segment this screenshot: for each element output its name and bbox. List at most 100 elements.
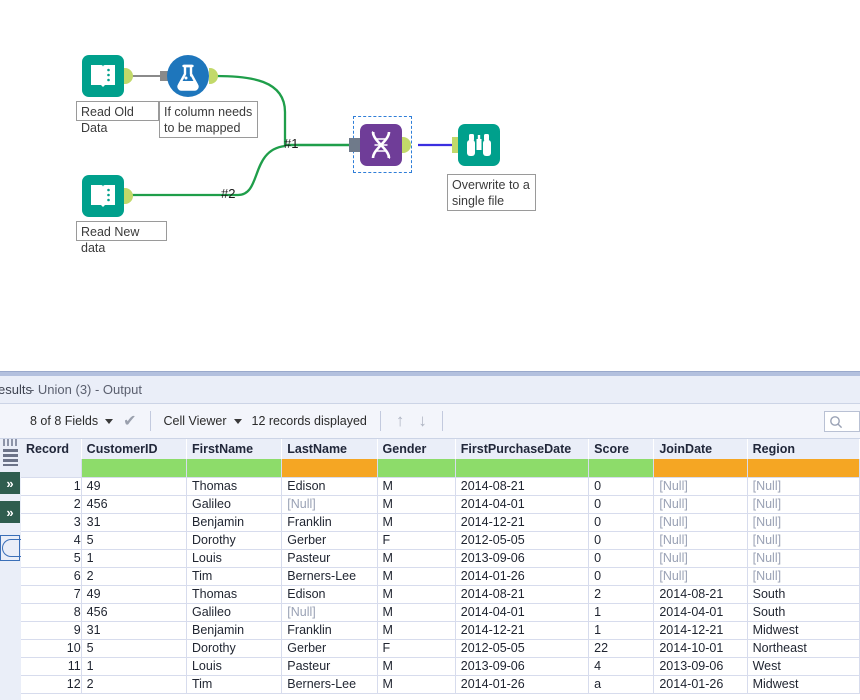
- cell-joindate[interactable]: 2014-12-21: [653, 621, 748, 640]
- fields-selector[interactable]: 8 of 8 Fields: [25, 404, 118, 438]
- cell-score[interactable]: a: [588, 675, 655, 694]
- cell-gender[interactable]: M: [377, 513, 456, 532]
- cell-region[interactable]: Northeast: [747, 639, 860, 658]
- row-number[interactable]: 2: [21, 495, 82, 514]
- cell-customerid[interactable]: 2: [81, 675, 187, 694]
- cell-score[interactable]: 0: [588, 513, 655, 532]
- cell-customerid[interactable]: 1: [81, 657, 187, 676]
- cell-region[interactable]: [Null]: [747, 513, 860, 532]
- cell-joindate[interactable]: [Null]: [653, 531, 748, 550]
- cell-gender[interactable]: M: [377, 495, 456, 514]
- row-number[interactable]: 6: [21, 567, 82, 586]
- row-number[interactable]: 5: [21, 549, 82, 568]
- row-number[interactable]: 7: [21, 585, 82, 604]
- cell-gender[interactable]: M: [377, 675, 456, 694]
- table-row[interactable]: 4 5 Dorothy Gerber F 2012-05-05 0 [Null] [Null]: [21, 531, 860, 550]
- column-header-gender[interactable]: Gender: [377, 439, 456, 459]
- cell-firstname[interactable]: Galileo: [186, 603, 283, 622]
- table-row[interactable]: 10 5 Dorothy Gerber F 2012-05-05 22 2014-10-01 N…: [21, 639, 860, 658]
- table-row[interactable]: 2 456 Galileo [Null] M 2014-04-01 0 [Null] [Null…: [21, 495, 860, 514]
- list-lines-icon[interactable]: [3, 449, 18, 466]
- cell-customerid[interactable]: 31: [81, 513, 187, 532]
- cell-region[interactable]: [Null]: [747, 531, 860, 550]
- row-number[interactable]: 3: [21, 513, 82, 532]
- cell-lastname[interactable]: Gerber: [281, 531, 378, 550]
- cell-firstname[interactable]: Tim: [186, 675, 283, 694]
- cell-gender[interactable]: M: [377, 585, 456, 604]
- cell-firstname[interactable]: Dorothy: [186, 531, 283, 550]
- cell-joindate[interactable]: [Null]: [653, 549, 748, 568]
- cell-joindate[interactable]: [Null]: [653, 495, 748, 514]
- cell-joindate[interactable]: [Null]: [653, 567, 748, 586]
- table-row[interactable]: 9 31 Benjamin Franklin M 2014-12-21 1 2014-12-2…: [21, 621, 860, 640]
- cell-customerid[interactable]: 456: [81, 495, 187, 514]
- cell-firstname[interactable]: Dorothy: [186, 639, 283, 658]
- row-number[interactable]: 4: [21, 531, 82, 550]
- cell-firstname[interactable]: Louis: [186, 549, 283, 568]
- search-input[interactable]: [824, 411, 860, 432]
- cell-gender[interactable]: F: [377, 639, 456, 658]
- expand-chevron-button-1[interactable]: »: [0, 472, 20, 494]
- cell-firstname[interactable]: Louis: [186, 657, 283, 676]
- cell-firstpurchasedate[interactable]: 2014-12-21: [455, 621, 590, 640]
- cell-gender[interactable]: M: [377, 603, 456, 622]
- cell-region[interactable]: South: [747, 585, 860, 604]
- cell-firstname[interactable]: Benjamin: [186, 621, 283, 640]
- cell-customerid[interactable]: 1: [81, 549, 187, 568]
- hex-shape-icon[interactable]: [0, 535, 24, 561]
- cell-firstpurchasedate[interactable]: 2012-05-05: [455, 639, 590, 658]
- table-row[interactable]: 7 49 Thomas Edison M 2014-08-21 2 2014-08-21 Sou…: [21, 585, 860, 604]
- cell-firstname[interactable]: Galileo: [186, 495, 283, 514]
- cell-lastname[interactable]: Berners-Lee: [281, 675, 378, 694]
- row-number[interactable]: 12: [21, 675, 82, 694]
- column-header-joindate[interactable]: JoinDate: [653, 439, 748, 459]
- cell-firstpurchasedate[interactable]: 2014-04-01: [455, 495, 590, 514]
- cell-joindate[interactable]: 2014-04-01: [653, 603, 748, 622]
- cell-score[interactable]: 0: [588, 495, 655, 514]
- cell-lastname[interactable]: Edison: [281, 477, 378, 496]
- table-row[interactable]: 12 2 Tim Berners-Lee M 2014-01-26 a 2014-01-26 M…: [21, 675, 860, 694]
- row-number[interactable]: 9: [21, 621, 82, 640]
- cell-score[interactable]: 0: [588, 531, 655, 550]
- cell-score[interactable]: 22: [588, 639, 655, 658]
- cell-firstpurchasedate[interactable]: 2012-05-05: [455, 531, 590, 550]
- scroll-down-button[interactable]: ↓: [411, 404, 434, 438]
- cell-score[interactable]: 2: [588, 585, 655, 604]
- apply-check-button[interactable]: ✔: [118, 404, 141, 438]
- cell-customerid[interactable]: 2: [81, 567, 187, 586]
- cell-region[interactable]: [Null]: [747, 567, 860, 586]
- cell-firstpurchasedate[interactable]: 2014-01-26: [455, 675, 590, 694]
- cell-lastname[interactable]: Franklin: [281, 621, 378, 640]
- cell-score[interactable]: 4: [588, 657, 655, 676]
- cell-region[interactable]: [Null]: [747, 477, 860, 496]
- cell-customerid[interactable]: 5: [81, 639, 187, 658]
- cell-gender[interactable]: M: [377, 567, 456, 586]
- column-header-firstpurchasedate[interactable]: FirstPurchaseDate: [455, 439, 590, 459]
- output-anchor[interactable]: [124, 188, 133, 204]
- column-header-firstname[interactable]: FirstName: [186, 439, 283, 459]
- cell-joindate[interactable]: 2014-10-01: [653, 639, 748, 658]
- cell-region[interactable]: Midwest: [747, 621, 860, 640]
- row-number[interactable]: 10: [21, 639, 82, 658]
- cell-region[interactable]: West: [747, 657, 860, 676]
- expand-chevron-button-2[interactable]: »: [0, 501, 20, 523]
- table-row[interactable]: 8 456 Galileo [Null] M 2014-04-01 1 2014-04-01 S…: [21, 603, 860, 622]
- cell-region[interactable]: [Null]: [747, 495, 860, 514]
- cell-gender[interactable]: M: [377, 549, 456, 568]
- cell-region[interactable]: South: [747, 603, 860, 622]
- cell-customerid[interactable]: 5: [81, 531, 187, 550]
- cell-firstpurchasedate[interactable]: 2014-08-21: [455, 477, 590, 496]
- cell-customerid[interactable]: 49: [81, 585, 187, 604]
- column-header-customerid[interactable]: CustomerID: [81, 439, 187, 459]
- cell-region[interactable]: Midwest: [747, 675, 860, 694]
- annotation-read-old-data[interactable]: Read Old Data: [76, 101, 159, 135]
- cell-lastname[interactable]: Pasteur: [281, 549, 378, 568]
- cell-score[interactable]: 0: [588, 549, 655, 568]
- table-row[interactable]: 11 1 Louis Pasteur M 2013-09-06 4 2013-09-06 Wes…: [21, 657, 860, 676]
- table-row[interactable]: 6 2 Tim Berners-Lee M 2014-01-26 0 [Null] [Null]: [21, 567, 860, 586]
- table-row[interactable]: 5 1 Louis Pasteur M 2013-09-06 0 [Null] [Null]: [21, 549, 860, 568]
- cell-region[interactable]: [Null]: [747, 549, 860, 568]
- cell-lastname[interactable]: Pasteur: [281, 657, 378, 676]
- cell-firstname[interactable]: Benjamin: [186, 513, 283, 532]
- cell-lastname[interactable]: Edison: [281, 585, 378, 604]
